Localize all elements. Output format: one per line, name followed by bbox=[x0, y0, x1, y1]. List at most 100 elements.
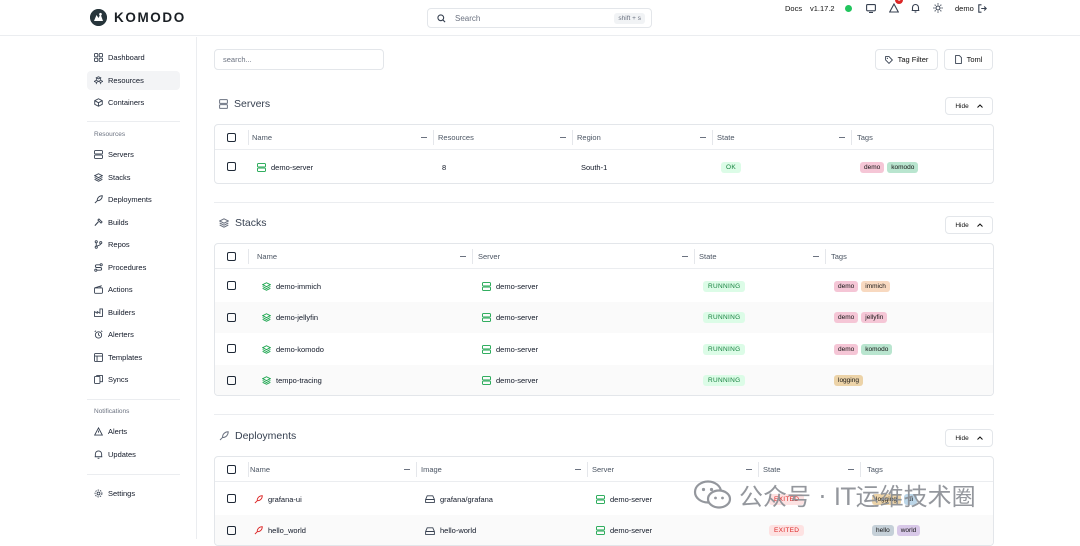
tag-demo[interactable]: demo bbox=[834, 312, 858, 323]
column-menu-icon[interactable] bbox=[404, 469, 410, 470]
sidebar-item-repos[interactable]: Repos bbox=[87, 235, 180, 254]
column-menu-icon[interactable] bbox=[560, 137, 566, 138]
column-header-name[interactable]: Name bbox=[257, 244, 277, 269]
stack-name-link[interactable]: demo-jellyfin bbox=[262, 311, 318, 325]
column-divider bbox=[248, 249, 249, 264]
row-checkbox[interactable] bbox=[227, 162, 236, 171]
tag-immich[interactable]: immich bbox=[861, 281, 890, 292]
toml-button[interactable]: Toml bbox=[944, 49, 993, 70]
sidebar-item-containers[interactable]: Containers bbox=[87, 93, 180, 112]
tag-logging[interactable]: logging bbox=[834, 375, 863, 386]
sidebar-item-settings[interactable]: Settings bbox=[87, 484, 180, 503]
sidebar-item-actions[interactable]: Actions bbox=[87, 280, 180, 299]
column-header-state[interactable]: State bbox=[699, 244, 717, 269]
sidebar-item-alerts[interactable]: Alerts bbox=[87, 422, 180, 441]
row-checkbox[interactable] bbox=[227, 344, 236, 353]
table-row[interactable]: demo-jellyfindemo-serverRUNNINGdemojelly… bbox=[215, 302, 993, 334]
column-menu-icon[interactable] bbox=[575, 469, 581, 470]
brand-logo[interactable]: KOMODO bbox=[90, 9, 186, 26]
table-row[interactable]: tempo-tracingdemo-serverRUNNINGlogging bbox=[215, 365, 993, 397]
stack-server-link[interactable]: demo-server bbox=[482, 311, 538, 325]
column-menu-icon[interactable] bbox=[700, 137, 706, 138]
sidebar-item-resources[interactable]: Resources bbox=[87, 71, 180, 90]
row-checkbox[interactable] bbox=[227, 494, 236, 503]
table-row[interactable]: demo-komododemo-serverRUNNINGdemokomodo bbox=[215, 333, 993, 365]
stacks-hide-button[interactable]: Hide bbox=[945, 216, 993, 234]
user-menu[interactable]: demo bbox=[955, 0, 987, 16]
row-checkbox[interactable] bbox=[227, 313, 236, 322]
column-header-image[interactable]: Image bbox=[421, 457, 442, 482]
tag-filter-button[interactable]: Tag Filter bbox=[875, 49, 938, 70]
global-search[interactable]: Search shift + s bbox=[427, 8, 652, 28]
sidebar-item-servers[interactable]: Servers bbox=[87, 145, 180, 164]
notifications-button[interactable] bbox=[911, 0, 920, 16]
select-all-checkbox[interactable] bbox=[227, 252, 236, 261]
column-header-tags[interactable]: Tags bbox=[831, 244, 847, 269]
version-label[interactable]: v1.17.2 bbox=[810, 0, 835, 16]
column-header-tags[interactable]: Tags bbox=[857, 125, 873, 150]
column-header-server[interactable]: Server bbox=[478, 244, 500, 269]
sidebar-divider bbox=[87, 399, 180, 400]
column-header-server[interactable]: Server bbox=[592, 457, 614, 482]
column-menu-icon[interactable] bbox=[839, 137, 845, 138]
updates-button[interactable] bbox=[866, 0, 876, 16]
column-header-resources[interactable]: Resources bbox=[438, 125, 474, 150]
resource-search-input[interactable]: search... bbox=[214, 49, 384, 70]
alerts-button[interactable]: 1 bbox=[889, 0, 899, 16]
sidebar-item-alerters[interactable]: Alerters bbox=[87, 325, 180, 344]
stack-name-link[interactable]: tempo-tracing bbox=[262, 374, 322, 388]
sidebar-item-builders[interactable]: Builders bbox=[87, 303, 180, 322]
column-menu-icon[interactable] bbox=[460, 256, 466, 257]
server-icon bbox=[482, 345, 491, 354]
deployment-name-link[interactable]: hello_world bbox=[254, 524, 306, 538]
tag-jellyfin[interactable]: jellyfin bbox=[861, 312, 887, 323]
sidebar-item-dashboard[interactable]: Dashboard bbox=[87, 48, 180, 67]
deployment-server-link[interactable]: demo-server bbox=[596, 524, 652, 538]
servers-hide-button[interactable]: Hide bbox=[945, 97, 993, 115]
table-row[interactable]: hello_worldhello-worlddemo-serverEXITEDh… bbox=[215, 515, 993, 546]
sidebar-item-templates[interactable]: Templates bbox=[87, 348, 180, 367]
git-branch-icon bbox=[94, 240, 103, 249]
stack-name-link[interactable]: demo-immich bbox=[262, 279, 321, 293]
column-header-name[interactable]: Name bbox=[252, 125, 272, 150]
sidebar-item-stacks[interactable]: Stacks bbox=[87, 168, 180, 187]
column-menu-icon[interactable] bbox=[746, 469, 752, 470]
column-menu-icon[interactable] bbox=[421, 137, 427, 138]
row-checkbox[interactable] bbox=[227, 376, 236, 385]
column-menu-icon[interactable] bbox=[848, 469, 854, 470]
sidebar-item-label: Actions bbox=[108, 285, 133, 294]
column-menu-icon[interactable] bbox=[813, 256, 819, 257]
sidebar-item-procedures[interactable]: Procedures bbox=[87, 258, 180, 277]
table-row[interactable]: demo-server8South-1OKdemokomodo bbox=[215, 151, 993, 182]
tag-komodo[interactable]: komodo bbox=[887, 162, 918, 173]
sidebar-item-updates[interactable]: Updates bbox=[87, 445, 180, 464]
tag-komodo[interactable]: komodo bbox=[861, 344, 892, 355]
deployment-server-link[interactable]: demo-server bbox=[596, 492, 652, 506]
select-all-checkbox[interactable] bbox=[227, 133, 236, 142]
sidebar-item-syncs[interactable]: Syncs bbox=[87, 370, 180, 389]
deployments-hide-button[interactable]: Hide bbox=[945, 429, 993, 447]
server-name-link[interactable]: demo-server bbox=[257, 160, 313, 174]
docs-link[interactable]: Docs bbox=[785, 0, 802, 16]
column-header-name[interactable]: Name bbox=[250, 457, 270, 482]
theme-toggle[interactable] bbox=[933, 0, 943, 16]
column-header-state[interactable]: State bbox=[717, 125, 735, 150]
sidebar-item-deployments[interactable]: Deployments bbox=[87, 190, 180, 209]
column-menu-icon[interactable] bbox=[682, 256, 688, 257]
stack-server-link[interactable]: demo-server bbox=[482, 374, 538, 388]
row-checkbox[interactable] bbox=[227, 281, 236, 290]
column-header-region[interactable]: Region bbox=[577, 125, 601, 150]
deployment-name-link[interactable]: grafana-ui bbox=[254, 492, 302, 506]
stack-name-link[interactable]: demo-komodo bbox=[262, 342, 324, 356]
select-all-checkbox[interactable] bbox=[227, 465, 236, 474]
tag-demo[interactable]: demo bbox=[860, 162, 884, 173]
tag-demo[interactable]: demo bbox=[834, 344, 858, 355]
tag-hello[interactable]: hello bbox=[872, 525, 894, 536]
row-checkbox[interactable] bbox=[227, 526, 236, 535]
table-row[interactable]: demo-immichdemo-serverRUNNINGdemoimmich bbox=[215, 270, 993, 302]
sidebar-item-builds[interactable]: Builds bbox=[87, 213, 180, 232]
stack-server-link[interactable]: demo-server bbox=[482, 342, 538, 356]
tag-world[interactable]: world bbox=[897, 525, 921, 536]
tag-demo[interactable]: demo bbox=[834, 281, 858, 292]
stack-server-link[interactable]: demo-server bbox=[482, 279, 538, 293]
